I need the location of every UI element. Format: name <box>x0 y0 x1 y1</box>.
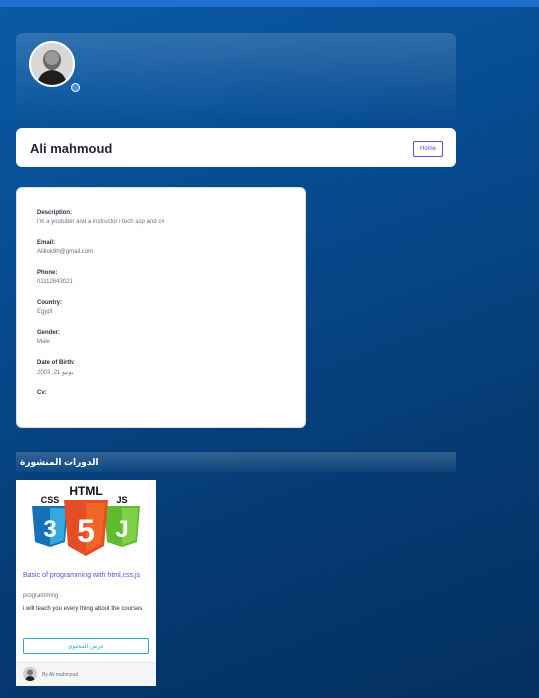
course-description: i will teach you every thing about the c… <box>23 606 143 612</box>
published-courses-title: الدورات المنشورة <box>20 457 99 467</box>
field-description: Description: i'm a youtuber and a instru… <box>37 210 165 225</box>
field-value: يونيو 21, 2003 <box>37 370 74 376</box>
field-label: Phone: <box>37 270 58 276</box>
field-value: Male <box>37 339 51 345</box>
field-value: i'm a youtuber and a instructor i tech a… <box>37 219 165 225</box>
course-card[interactable]: HTML CSS JS 3 J 5 Basic of programming w… <box>16 480 156 686</box>
field-label: Description: <box>37 210 73 216</box>
course-card-footer: By Ali mahmoud <box>16 662 156 686</box>
field-country: Country: Egypt <box>37 300 62 315</box>
thumb-css-text: CSS <box>41 495 60 505</box>
field-cv: Cv: <box>37 390 47 399</box>
field-label: Cv: <box>37 390 47 396</box>
field-label: Date of Birth: <box>37 360 75 366</box>
field-value: Egypt <box>37 309 53 315</box>
profile-name-card: Ali mahmoud Home <box>16 128 456 167</box>
avatar-photo <box>31 43 73 85</box>
svg-text:5: 5 <box>77 513 95 549</box>
view-content-button[interactable]: عرض المحتوى <box>23 638 149 654</box>
home-button[interactable]: Home <box>413 141 443 157</box>
profile-info-card: Description: i'm a youtuber and a instru… <box>16 187 306 428</box>
author-avatar <box>23 667 37 681</box>
profile-avatar[interactable] <box>29 41 75 87</box>
field-value: 01112643021 <box>37 279 73 285</box>
course-category: programming <box>23 593 59 599</box>
field-date-of-birth: Date of Birth: يونيو 21, 2003 <box>37 360 75 376</box>
profile-name: Ali mahmoud <box>30 141 113 156</box>
profile-cover <box>16 33 456 123</box>
svg-text:J: J <box>115 516 128 543</box>
field-gender: Gender: Male <box>37 330 60 345</box>
course-author: By Ali mahmoud <box>42 672 79 678</box>
field-label: Country: <box>37 300 62 306</box>
html-css-js-logos: HTML CSS JS 3 J 5 <box>32 484 140 556</box>
field-phone: Phone: 01112643021 <box>37 270 73 285</box>
top-bar <box>0 0 539 7</box>
field-value: Alikok8h@gmail.com <box>37 249 94 255</box>
field-label: Gender: <box>37 330 61 336</box>
course-thumbnail[interactable]: HTML CSS JS 3 J 5 <box>16 480 156 565</box>
thumb-js-text: JS <box>116 495 127 505</box>
field-label: Email: <box>37 240 56 246</box>
online-status-dot <box>71 83 80 92</box>
course-title[interactable]: Basic of programming with html,css,js <box>23 571 151 580</box>
field-email: Email: Alikok8h@gmail.com <box>37 240 93 255</box>
svg-text:3: 3 <box>43 516 56 543</box>
thumb-html-text: HTML <box>69 484 102 498</box>
